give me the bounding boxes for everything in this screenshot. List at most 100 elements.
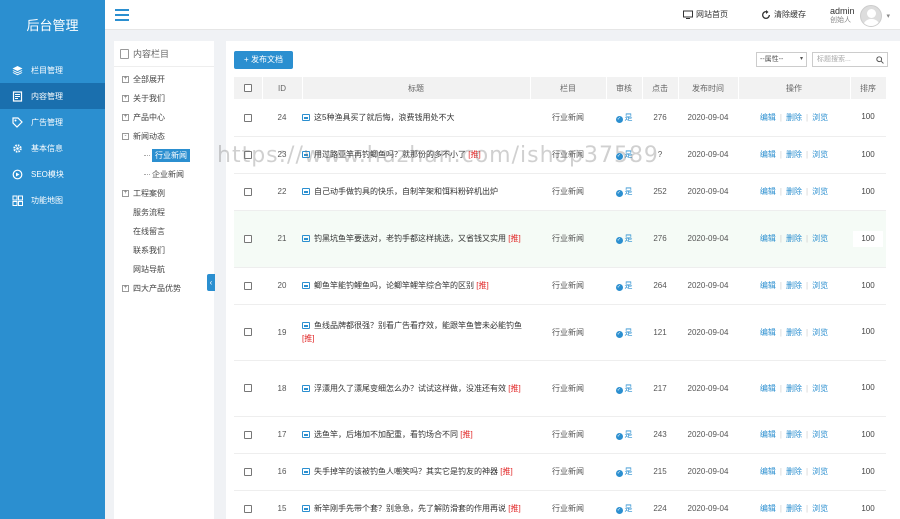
row-checkbox[interactable] <box>244 113 252 122</box>
search-icon[interactable] <box>876 56 884 64</box>
publish-document-button[interactable]: + 发布文档 <box>234 51 293 69</box>
category-node[interactable]: 联系我们 <box>114 241 214 260</box>
row-title-link[interactable]: 新竿刚手先带个套？别急急，先了解防滑套的作用再说 <box>314 504 506 513</box>
row-audit-cell[interactable]: ✓ 是 <box>606 99 642 137</box>
delete-link[interactable]: 删除 <box>786 281 802 290</box>
category-node[interactable]: + 关于我们 <box>114 89 214 108</box>
delete-link[interactable]: 删除 <box>786 504 802 513</box>
column-header[interactable] <box>234 77 263 99</box>
expand-toggle-icon[interactable]: + <box>122 95 129 102</box>
row-title-link[interactable]: 这5种渔具买了就后悔，浪费钱用处不大 <box>314 113 454 122</box>
edit-link[interactable]: 编辑 <box>760 328 776 337</box>
sort-input[interactable]: 100 <box>853 109 883 126</box>
edit-link[interactable]: 编辑 <box>760 113 776 122</box>
edit-link[interactable]: 编辑 <box>760 384 776 393</box>
sidebar-item-0[interactable]: 栏目管理 <box>0 57 105 83</box>
row-checkbox[interactable] <box>244 430 252 439</box>
edit-link[interactable]: 编辑 <box>760 467 776 476</box>
row-audit-cell[interactable]: ✓ 是 <box>606 490 642 519</box>
row-audit-cell[interactable]: ✓ 是 <box>606 304 642 361</box>
delete-link[interactable]: 删除 <box>786 234 802 243</box>
expand-toggle-icon[interactable]: + <box>122 76 129 83</box>
view-link[interactable]: 浏览 <box>812 504 828 513</box>
row-checkbox[interactable] <box>244 150 252 159</box>
select-all-checkbox[interactable] <box>243 84 252 93</box>
row-title-link[interactable]: 浮漂用久了漂尾变细怎么办？试试这样做，没准还有效 <box>314 384 506 393</box>
view-link[interactable]: 浏览 <box>812 384 828 393</box>
row-checkbox[interactable] <box>244 384 252 393</box>
row-audit-cell[interactable]: ✓ 是 <box>606 416 642 454</box>
view-link[interactable]: 浏览 <box>812 187 828 196</box>
view-link[interactable]: 浏览 <box>812 328 828 337</box>
sort-input[interactable]: 100 <box>853 426 883 443</box>
view-link[interactable]: 浏览 <box>812 281 828 290</box>
sidebar-item-3[interactable]: 基本信息 <box>0 135 105 161</box>
expand-toggle-icon[interactable]: - <box>122 133 129 140</box>
row-audit-cell[interactable]: ✓ 是 <box>606 453 642 491</box>
category-node[interactable]: 网站导航 <box>114 260 214 279</box>
row-title-link[interactable]: 失手掉竿的该被钓鱼人嘲笑吗？其实它是钓友的神器 <box>314 467 498 476</box>
delete-link[interactable]: 删除 <box>786 467 802 476</box>
view-link[interactable]: 浏览 <box>812 113 828 122</box>
sidebar-item-4[interactable]: SEO模块 <box>0 161 105 187</box>
sidebar-item-1[interactable]: 内容管理 <box>0 83 105 109</box>
sort-input[interactable]: 100 <box>853 380 883 396</box>
sort-input[interactable]: 100 <box>853 463 883 480</box>
attribute-select[interactable]: --属性-- ▾ <box>756 52 807 67</box>
view-link[interactable]: 浏览 <box>812 150 828 159</box>
row-checkbox[interactable] <box>244 328 252 337</box>
delete-link[interactable]: 删除 <box>786 430 802 439</box>
delete-link[interactable]: 删除 <box>786 150 802 159</box>
avatar[interactable] <box>860 5 883 27</box>
row-checkbox[interactable] <box>244 504 252 513</box>
row-title-link[interactable]: 用过路亚竿再钓鲫鱼吗？就那份的多不小了 <box>314 150 466 159</box>
chevron-down-icon[interactable]: ▾ <box>886 12 890 20</box>
delete-link[interactable]: 删除 <box>786 187 802 196</box>
expand-toggle-icon[interactable]: + <box>122 114 129 121</box>
clear-cache-link[interactable]: 清除缓存 <box>761 9 806 20</box>
category-node[interactable]: 服务流程 <box>114 203 214 222</box>
row-audit-cell[interactable]: ✓ 是 <box>606 210 642 268</box>
category-node[interactable]: 行业新闻 <box>114 146 214 165</box>
row-checkbox[interactable] <box>244 281 252 290</box>
sort-input[interactable]: 100 <box>853 277 883 294</box>
edit-link[interactable]: 编辑 <box>760 187 776 196</box>
user-menu[interactable]: admin 创始人 ▾ <box>830 4 890 28</box>
row-checkbox[interactable] <box>244 234 252 243</box>
row-audit-cell[interactable]: ✓ 是 <box>606 267 642 305</box>
view-link[interactable]: 浏览 <box>812 234 828 243</box>
category-node[interactable]: + 四大产品优势 <box>114 279 214 298</box>
title-search-input[interactable]: 标题搜索... <box>812 52 888 67</box>
row-checkbox[interactable] <box>244 467 252 476</box>
row-audit-cell[interactable]: ✓ 是 <box>606 173 642 211</box>
sort-input[interactable]: 100 <box>853 183 883 200</box>
expand-toggle-icon[interactable]: + <box>122 285 129 292</box>
sort-input[interactable]: 100 <box>853 324 883 340</box>
collapse-panel-button[interactable]: ‹ <box>207 274 215 291</box>
category-node[interactable]: + 产品中心 <box>114 108 214 127</box>
category-node[interactable]: + 工程案例 <box>114 184 214 203</box>
sort-input[interactable]: 100 <box>853 500 883 517</box>
row-checkbox[interactable] <box>244 187 252 196</box>
delete-link[interactable]: 删除 <box>786 113 802 122</box>
row-title-link[interactable]: 自己动手做钓具的快乐，自制竿架和饵料粉碎机出炉 <box>314 187 498 196</box>
view-link[interactable]: 浏览 <box>812 430 828 439</box>
site-home-link[interactable]: 网站首页 <box>683 9 728 20</box>
sort-input[interactable]: 100 <box>853 146 883 163</box>
row-title-link[interactable]: 鲫鱼竿能钓鲤鱼吗，论鲫竿鲤竿综合竿的区别 <box>314 281 474 290</box>
row-title-link[interactable]: 选鱼竿，后堵加不加配重，看钓场合不同 <box>314 430 458 439</box>
menu-toggle-icon[interactable] <box>115 9 129 21</box>
edit-link[interactable]: 编辑 <box>760 150 776 159</box>
edit-link[interactable]: 编辑 <box>760 504 776 513</box>
delete-link[interactable]: 删除 <box>786 384 802 393</box>
sidebar-item-2[interactable]: 广告管理 <box>0 109 105 135</box>
edit-link[interactable]: 编辑 <box>760 281 776 290</box>
view-link[interactable]: 浏览 <box>812 467 828 476</box>
sort-input[interactable]: 100 <box>853 230 883 247</box>
category-node[interactable]: 企业新闻 <box>114 165 214 184</box>
row-title-link[interactable]: 钓黑坑鱼竿要选对，老钓手都这样挑选，又省钱又实用 <box>314 234 506 243</box>
expand-toggle-icon[interactable]: + <box>122 190 129 197</box>
row-audit-cell[interactable]: ✓ 是 <box>606 360 642 417</box>
delete-link[interactable]: 删除 <box>786 328 802 337</box>
sidebar-item-5[interactable]: 功能地图 <box>0 187 105 213</box>
